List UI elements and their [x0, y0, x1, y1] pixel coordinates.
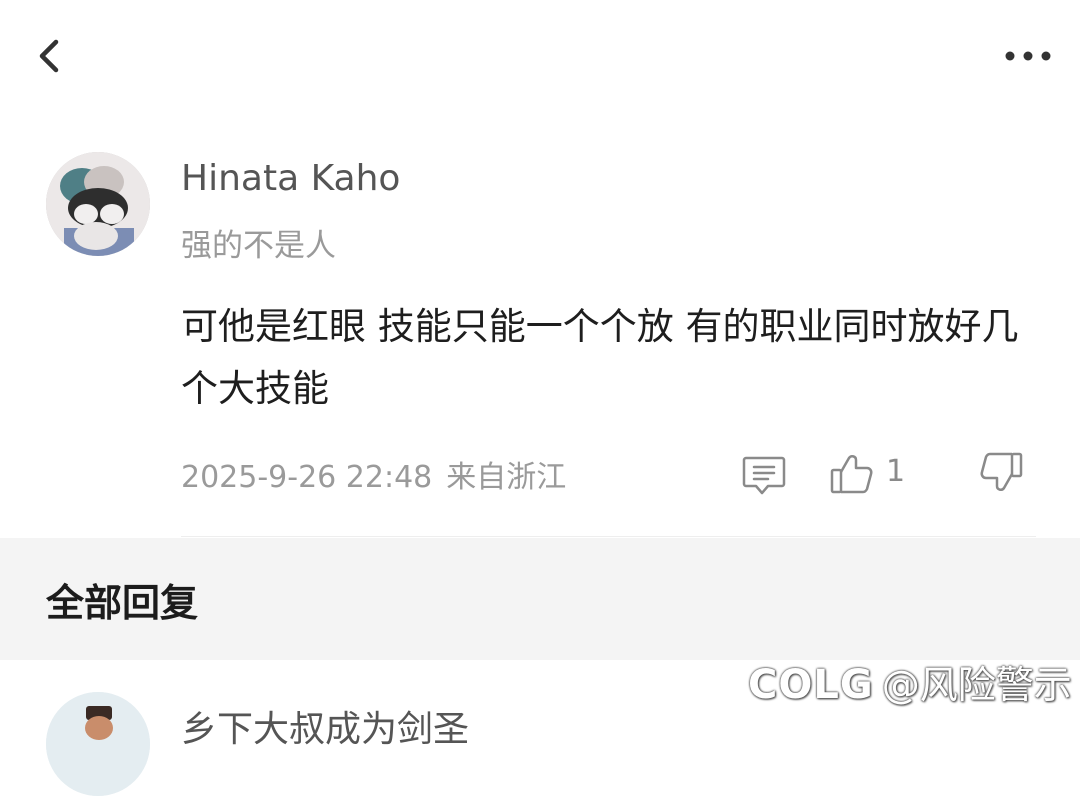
divider [181, 536, 1036, 537]
reply-icon [742, 456, 786, 495]
back-button[interactable] [30, 34, 70, 78]
thumb-up-icon [830, 455, 873, 494]
thumb-down-icon [980, 452, 1023, 491]
avatar[interactable] [46, 152, 150, 256]
more-horizontal-icon [1005, 51, 1051, 61]
more-options-button[interactable] [1000, 40, 1056, 72]
comment-body: 可他是红眼 技能只能一个个放 有的职业同时放好几个大技能 [181, 305, 1019, 410]
chevron-left-icon [39, 39, 59, 73]
comment-username[interactable]: Hinata Kaho [181, 158, 400, 199]
watermark-logo: COLG [748, 662, 874, 708]
like-button[interactable]: 1 [828, 450, 918, 496]
like-count: 1 [886, 454, 906, 489]
comment-timestamp: 2025-9-26 22:48 [181, 460, 433, 495]
watermark: COLG @风险警示 [748, 654, 1072, 714]
avatar-image [46, 152, 150, 256]
replies-section-title: 全部回复 [46, 581, 199, 625]
comment-meta: 2025-9-26 22:48 来自浙江 [181, 452, 566, 496]
dislike-button[interactable] [976, 450, 1026, 496]
reply-button[interactable] [742, 452, 786, 498]
reply-avatar-image [46, 692, 150, 796]
comment-location: 来自浙江 [446, 460, 567, 495]
reply-avatar[interactable] [46, 692, 150, 796]
reply-username[interactable]: 乡下大叔成为剑圣 [181, 700, 469, 752]
watermark-text: @风险警示 [881, 663, 1072, 707]
user-signature: 强的不是人 [181, 228, 336, 264]
